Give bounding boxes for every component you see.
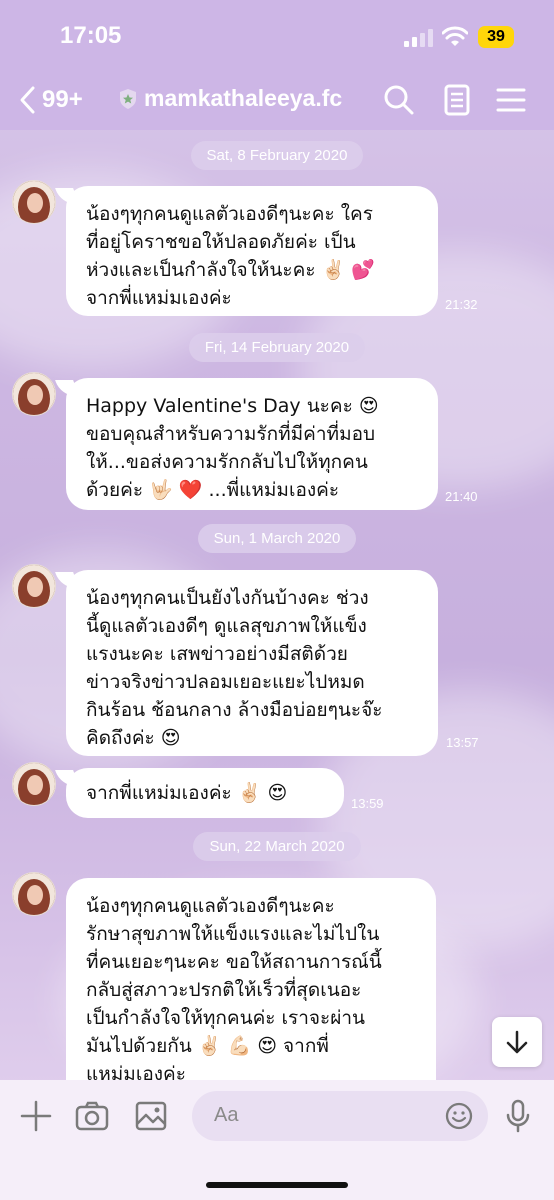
message-line: ที่อยู่โคราชขอให้ปลอดภัยค่ะ เป็น <box>86 231 356 253</box>
date-separator: Fri, 14 February 2020 <box>0 333 554 362</box>
chat-title-text: mamkathaleeya.fc <box>144 85 343 111</box>
message-line: ที่คนเยอะๆนะคะ ขอให้สถานการณ์นี้ <box>86 951 382 973</box>
menu-icon[interactable] <box>494 83 528 117</box>
wifi-icon <box>442 26 468 46</box>
message-line: น้องๆทุกคนเป็นยังไงกันบ้างคะ ช่วง <box>86 587 369 609</box>
message-line: จากพี่แหม่มเองค่ะ <box>86 287 232 309</box>
message-input[interactable]: Aa <box>192 1091 488 1141</box>
avatar[interactable] <box>12 762 56 806</box>
message-time: 21:32 <box>445 297 478 312</box>
message-line: น้องๆทุกคนดูแลตัวเองดีๆนะคะ ใคร <box>86 203 373 225</box>
chat-title[interactable]: mamkathaleeya.fc <box>118 85 342 112</box>
cellular-signal-icon <box>404 29 434 47</box>
message-line: แรงนะคะ เสพข่าวอย่างมีสติด้วย <box>86 643 348 665</box>
message-line: เป็นกำลังใจให้ทุกคนค่ะ เราจะผ่าน <box>86 1007 366 1029</box>
message-line: น้องๆทุกคนดูแลตัวเองดีๆนะคะ <box>86 895 335 917</box>
message-line: นี้ดูแลตัวเองดีๆ ดูแลสุขภาพให้แข็ง <box>86 615 367 637</box>
avatar[interactable] <box>12 372 56 416</box>
chevron-left-icon <box>20 86 35 114</box>
date-separator: Sun, 1 March 2020 <box>0 524 554 553</box>
message-line: มันไปด้วยกัน ✌🏻 💪🏻 😍 จากพี่ <box>86 1035 329 1057</box>
star-badge-icon <box>120 88 136 109</box>
arrow-down-icon <box>506 1030 528 1054</box>
chat-header: 99+ mamkathaleeya.fc <box>0 72 554 130</box>
scroll-to-bottom-button[interactable] <box>492 1017 542 1067</box>
home-indicator <box>206 1182 348 1188</box>
message-input-placeholder: Aa <box>214 1104 239 1126</box>
message-line: คิดถึงค่ะ 😍 <box>86 727 181 749</box>
message-line: กลับสู่สภาวะปรกติให้เร็วที่สุดเนอะ <box>86 979 362 1001</box>
battery-indicator: 39 <box>478 26 514 48</box>
emoji-icon[interactable] <box>444 1101 474 1131</box>
message-time: 13:59 <box>351 796 384 811</box>
camera-icon[interactable] <box>74 1098 110 1134</box>
microphone-icon[interactable] <box>500 1098 536 1134</box>
message-line: ห่วงและเป็นกำลังใจให้นะคะ ✌🏻 💕 <box>86 259 375 281</box>
date-separator: Sun, 22 March 2020 <box>0 832 554 861</box>
message-line: แหม่มเองค่ะ <box>86 1063 186 1080</box>
avatar[interactable] <box>12 180 56 224</box>
message-line: ข่าวจริงข่าวปลอมเยอะแยะไปหมด <box>86 671 365 693</box>
unread-count: 99+ <box>42 86 83 113</box>
message-line: ให้...ขอส่งความรักกลับไปให้ทุกคน <box>86 451 368 473</box>
message-time: 13:57 <box>446 735 479 750</box>
notes-icon[interactable] <box>440 83 474 117</box>
status-bar: 17:05 39 <box>0 0 554 72</box>
message-time: 21:40 <box>445 489 478 504</box>
avatar[interactable] <box>12 872 56 916</box>
message-line: รักษาสุขภาพให้แข็งแรงและไม่ไปใน <box>86 923 380 945</box>
message-line: ขอบคุณสำหรับความรักที่มีค่าที่มอบ <box>86 423 376 445</box>
message-bubble[interactable]: Happy Valentine's Day นะคะ 😍 ขอบคุณสำหรั… <box>66 378 438 510</box>
message-line: Happy Valentine's Day นะคะ 😍 <box>86 395 379 417</box>
plus-icon[interactable] <box>18 1098 54 1134</box>
search-icon[interactable] <box>382 83 416 117</box>
image-icon[interactable] <box>133 1098 169 1134</box>
message-line: ด้วยค่ะ 🤟🏻 ❤️ ...พี่แหม่มเองค่ะ <box>86 479 340 501</box>
date-separator: Sat, 8 February 2020 <box>0 141 554 170</box>
message-line: กินร้อน ช้อนกลาง ล้างมือบ่อยๆนะจ๊ะ <box>86 699 383 721</box>
message-bubble[interactable]: จากพี่แหม่มเองค่ะ ✌🏻 😍 <box>66 768 344 818</box>
status-time: 17:05 <box>60 22 122 49</box>
message-bubble[interactable]: น้องๆทุกคนดูแลตัวเองดีๆนะคะ ใคร ที่อยู่โ… <box>66 186 438 316</box>
message-line: จากพี่แหม่มเองค่ะ ✌🏻 😍 <box>86 782 288 804</box>
avatar[interactable] <box>12 564 56 608</box>
message-bubble[interactable]: น้องๆทุกคนเป็นยังไงกันบ้างคะ ช่วง นี้ดูแ… <box>66 570 438 756</box>
message-bubble[interactable]: น้องๆทุกคนดูแลตัวเองดีๆนะคะ รักษาสุขภาพใ… <box>66 878 436 1080</box>
back-button[interactable]: 99+ <box>18 80 83 120</box>
